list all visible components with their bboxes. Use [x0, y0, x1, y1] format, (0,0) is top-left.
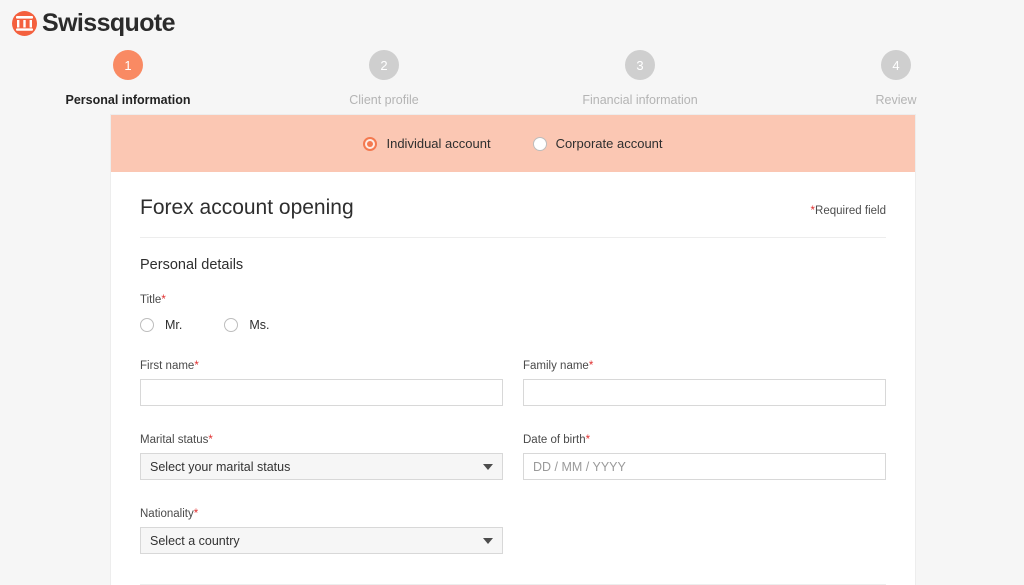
title-label-text: Title: [140, 294, 162, 306]
first-name-label: First name*: [140, 360, 503, 372]
title-label: Title*: [140, 294, 886, 306]
chevron-down-icon: [483, 463, 493, 470]
stepper-step-3[interactable]: 3 Financial information: [512, 50, 768, 107]
field-date-of-birth: Date of birth* DD / MM / YYYY: [523, 434, 886, 480]
account-type-corporate-label: Corporate account: [555, 136, 663, 151]
row-names: First name* Family name*: [140, 360, 886, 406]
family-name-required-asterisk: *: [588, 360, 594, 372]
radio-individual-icon[interactable]: [363, 136, 378, 151]
nationality-select[interactable]: Select a country: [140, 527, 503, 554]
step-number-3: 3: [625, 50, 655, 80]
app-header: Swissquote: [0, 0, 1024, 38]
section-title-personal-details: Personal details: [140, 257, 244, 273]
first-name-label-text: First name: [140, 360, 195, 372]
date-of-birth-label: Date of birth*: [523, 434, 886, 446]
family-name-label: Family name*: [523, 360, 886, 372]
stepper-step-4[interactable]: 4 Review: [768, 50, 1024, 107]
step-number-2: 2: [369, 50, 399, 80]
brand-name: Swissquote: [42, 8, 176, 37]
radio-ms-icon[interactable]: [224, 318, 239, 332]
step-label-4: Review: [875, 93, 917, 107]
first-name-input[interactable]: [140, 379, 503, 406]
field-nationality: Nationality* Select a country: [140, 508, 503, 554]
form-header-row: Forex account opening *Required field: [140, 172, 886, 238]
date-of-birth-required-asterisk: *: [585, 434, 591, 446]
field-first-name: First name*: [140, 360, 503, 406]
step-label-1: Personal information: [65, 93, 191, 107]
radio-corporate-icon[interactable]: [532, 136, 547, 151]
required-field-note: *Required field: [811, 205, 886, 217]
date-of-birth-placeholder: DD / MM / YYYY: [533, 459, 626, 474]
account-type-individual-label: Individual account: [386, 136, 491, 151]
marital-status-label-text: Marital status: [140, 434, 209, 446]
title-option-mr-label: Mr.: [165, 318, 183, 332]
form-body: Forex account opening *Required field Pe…: [111, 172, 915, 585]
field-family-name: Family name*: [523, 360, 886, 406]
nationality-label: Nationality*: [140, 508, 503, 520]
account-type-individual[interactable]: Individual account: [363, 136, 491, 151]
nationality-required-asterisk: *: [193, 508, 199, 520]
title-radio-group: Mr. Ms.: [140, 318, 886, 332]
account-type-corporate[interactable]: Corporate account: [532, 136, 663, 151]
step-number-1: 1: [113, 50, 143, 80]
date-of-birth-input[interactable]: DD / MM / YYYY: [523, 453, 886, 480]
required-field-label: Required field: [815, 205, 886, 217]
stepper-step-2[interactable]: 2 Client profile: [256, 50, 512, 107]
chevron-down-icon: [483, 537, 493, 544]
marital-status-required-asterisk: *: [208, 434, 213, 446]
nationality-value: Select a country: [150, 533, 240, 548]
field-marital-status: Marital status* Select your marital stat…: [140, 434, 503, 480]
row-nationality: Nationality* Select a country: [140, 508, 886, 554]
stepper-step-1[interactable]: 1 Personal information: [0, 50, 256, 107]
title-required-asterisk: *: [161, 294, 166, 306]
step-label-2: Client profile: [349, 93, 419, 107]
title-option-mr[interactable]: Mr.: [140, 318, 182, 332]
marital-status-label: Marital status*: [140, 434, 503, 446]
step-label-3: Financial information: [582, 93, 698, 107]
title-option-ms[interactable]: Ms.: [224, 318, 270, 332]
first-name-required-asterisk: *: [194, 360, 199, 372]
row-marital-dob: Marital status* Select your marital stat…: [140, 434, 886, 480]
date-of-birth-label-text: Date of birth: [523, 434, 586, 446]
nationality-label-text: Nationality: [140, 508, 194, 520]
page-title: Forex account opening: [140, 196, 354, 219]
field-title: Title* Mr. Ms.: [140, 294, 886, 332]
family-name-input[interactable]: [523, 379, 886, 406]
brand-logo[interactable]: Swissquote: [12, 8, 176, 37]
family-name-label-text: Family name: [523, 360, 589, 372]
title-option-ms-label: Ms.: [249, 318, 270, 332]
marital-status-value: Select your marital status: [150, 459, 291, 474]
radio-mr-icon[interactable]: [140, 318, 154, 332]
marital-status-select[interactable]: Select your marital status: [140, 453, 503, 480]
progress-stepper: 1 Personal information 2 Client profile …: [0, 38, 1024, 107]
account-type-banner: Individual account Corporate account: [111, 115, 915, 172]
form-card: Individual account Corporate account For…: [110, 114, 916, 585]
swissquote-mark-icon: [12, 10, 37, 36]
step-number-4: 4: [881, 50, 911, 80]
